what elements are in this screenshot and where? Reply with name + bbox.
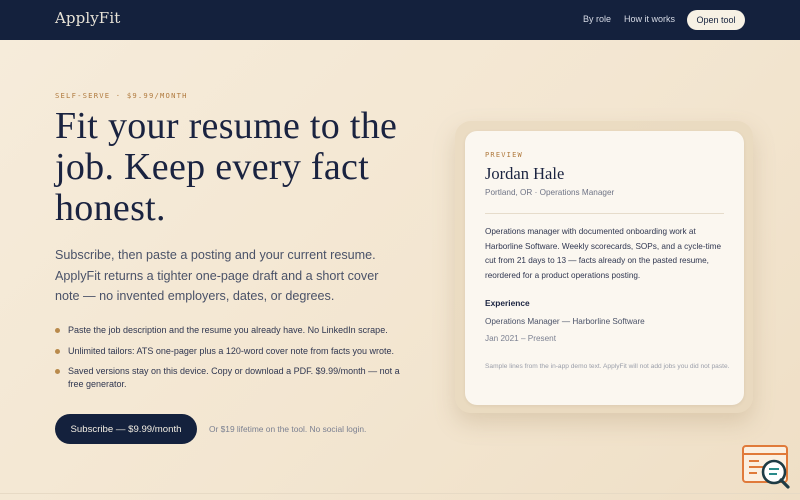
experience-heading: Experience	[485, 298, 530, 308]
feature-text: Saved versions stay on this device. Copy…	[68, 366, 400, 389]
top-nav: ApplyFit By role How it works Open tool	[0, 0, 800, 40]
document-search-icon[interactable]	[741, 444, 791, 490]
feature-text: Paste the job description and the resume…	[68, 325, 388, 335]
nav-link-how-it-works[interactable]: How it works	[624, 14, 675, 24]
feature-list: Paste the job description and the resume…	[55, 324, 415, 398]
experience-role: Operations Manager — Harborline Software	[485, 317, 645, 326]
feature-item: Paste the job description and the resume…	[55, 324, 415, 337]
candidate-location: Portland, OR · Operations Manager	[485, 188, 615, 197]
section-divider	[0, 493, 800, 494]
candidate-name: Jordan Hale	[485, 164, 565, 183]
pricing-eyebrow: SELF-SERVE · $9.99/MONTH	[55, 91, 188, 100]
lifetime-note: Or $19 lifetime on the tool. No social l…	[209, 424, 367, 434]
bullet-dot-icon	[55, 369, 60, 374]
experience-dates: Jan 2021 – Present	[485, 334, 557, 343]
nav-link-by-role[interactable]: By role	[583, 14, 611, 24]
preview-divider	[485, 213, 724, 214]
preview-label: PREVIEW	[485, 151, 523, 159]
feature-text: Unlimited tailors: ATS one-pager plus a …	[68, 345, 394, 356]
bullet-dot-icon	[55, 328, 60, 333]
subscribe-button[interactable]: Subscribe — $9.99/month	[55, 414, 197, 444]
bullet-dot-icon	[55, 348, 60, 354]
resume-summary: Operations manager with documented onboa…	[485, 227, 722, 280]
hero-subtext: Subscribe, then paste a posting and your…	[55, 248, 379, 303]
resume-preview-card: PREVIEW Jordan Hale Portland, OR · Opera…	[465, 131, 744, 405]
preview-disclaimer: Sample lines from the in-app demo text. …	[485, 363, 730, 370]
open-tool-button[interactable]: Open tool	[687, 10, 745, 30]
feature-item: Unlimited tailors: ATS one-pager plus a …	[55, 345, 415, 358]
brand-logo[interactable]: ApplyFit	[55, 9, 120, 27]
feature-item: Saved versions stay on this device. Copy…	[55, 365, 415, 390]
hero-headline: Fit your resume to the job. Keep every f…	[55, 105, 398, 229]
